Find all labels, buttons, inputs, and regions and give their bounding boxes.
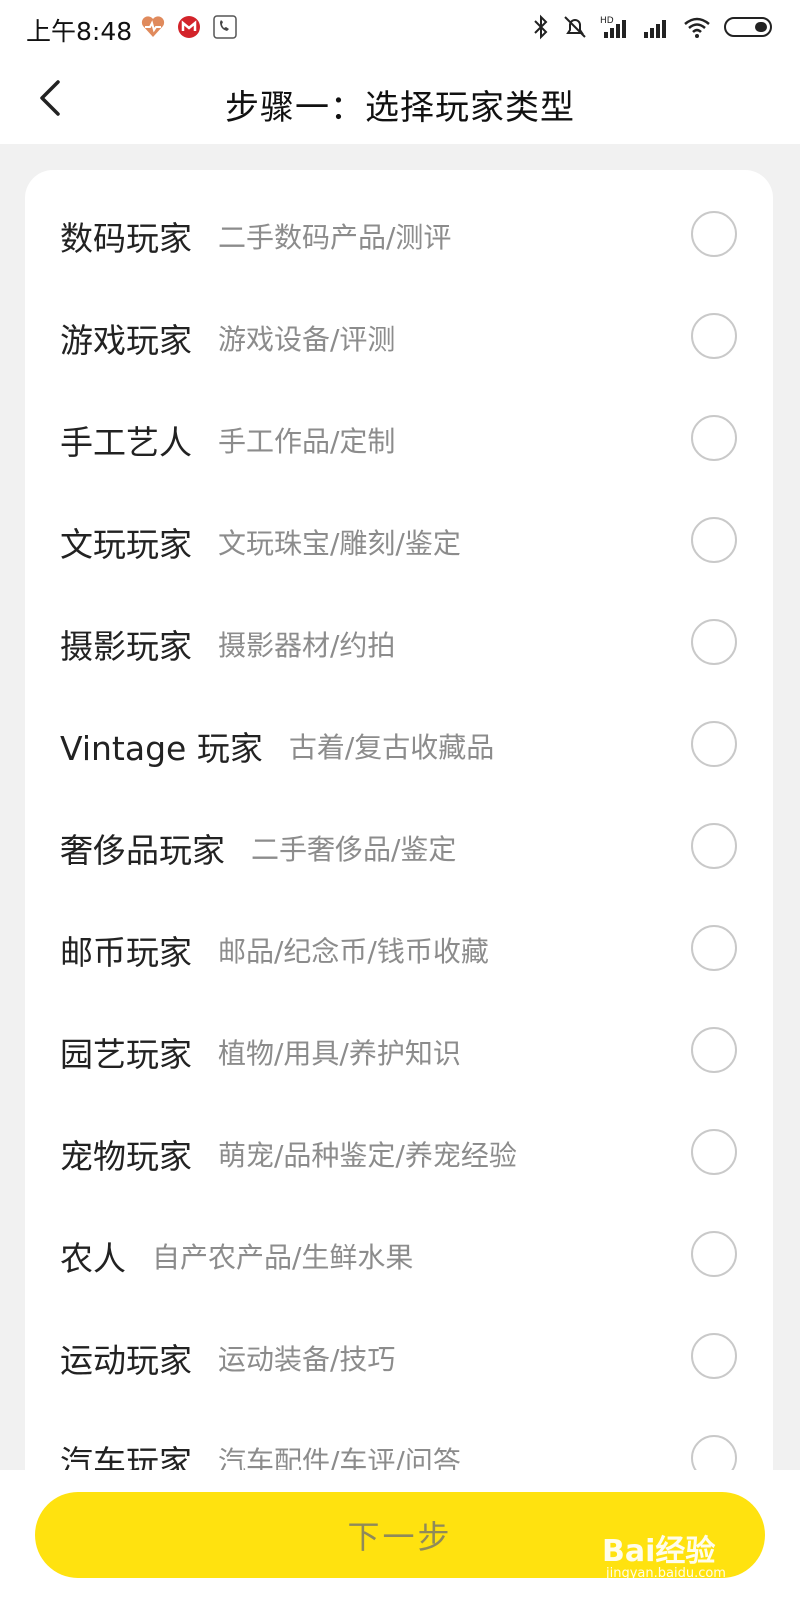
radio-button[interactable] <box>691 211 737 257</box>
watermark-brand: Bai经验 <box>602 1534 716 1569</box>
option-title: 运动玩家 <box>60 1341 192 1380</box>
option-description: 二手数码产品/测评 <box>218 221 452 254</box>
option-row[interactable]: 邮币玩家 邮品/纪念币/钱币收藏 <box>25 899 773 1001</box>
radio-button[interactable] <box>691 1027 737 1073</box>
radio-button[interactable] <box>691 517 737 563</box>
baidu-jingyan-watermark: Bai经验 jingyan.baidu.com <box>602 1526 762 1586</box>
option-title: 园艺玩家 <box>60 1035 192 1074</box>
option-title: 奢侈品玩家 <box>60 831 225 870</box>
wifi-icon <box>684 17 710 38</box>
option-title: 手工艺人 <box>60 423 192 462</box>
option-description: 汽车配件/车评/问答 <box>218 1445 461 1470</box>
radio-button[interactable] <box>691 823 737 869</box>
radio-button[interactable] <box>691 1231 737 1277</box>
option-description: 邮品/纪念币/钱币收藏 <box>218 935 489 968</box>
radio-button[interactable] <box>691 721 737 767</box>
bank-app-icon <box>178 16 200 38</box>
radio-button[interactable] <box>691 925 737 971</box>
option-row[interactable]: 农人 自产农产品/生鲜水果 <box>25 1205 773 1307</box>
svg-text:HD: HD <box>600 16 614 26</box>
option-description: 萌宠/品种鉴定/养宠经验 <box>218 1139 517 1172</box>
navigation-bar: 步骤一：选择玩家类型 <box>0 56 800 144</box>
option-description: 手工作品/定制 <box>218 425 396 458</box>
option-row[interactable]: 数码玩家 二手数码产品/测评 <box>25 185 773 287</box>
option-title: 摄影玩家 <box>60 627 192 666</box>
option-title: 农人 <box>60 1239 126 1278</box>
phone-app-icon <box>213 15 237 39</box>
option-row[interactable]: 奢侈品玩家 二手奢侈品/鉴定 <box>25 797 773 899</box>
status-time: 上午8:48 <box>26 17 133 46</box>
hd-signal-icon: HD <box>600 16 626 38</box>
health-app-icon <box>141 16 165 37</box>
signal-icon <box>644 20 666 38</box>
option-row[interactable]: 摄影玩家 摄影器材/约拍 <box>25 593 773 695</box>
option-description: 文玩珠宝/雕刻/鉴定 <box>218 527 461 560</box>
radio-button[interactable] <box>691 619 737 665</box>
radio-button[interactable] <box>691 415 737 461</box>
page-title: 步骤一：选择玩家类型 <box>225 88 575 128</box>
battery-icon <box>724 17 772 37</box>
radio-button[interactable] <box>691 1435 737 1470</box>
radio-button[interactable] <box>691 1129 737 1175</box>
bluetooth-icon <box>534 14 548 40</box>
option-row[interactable]: 游戏玩家 游戏设备/评测 <box>25 287 773 389</box>
option-row[interactable]: 运动玩家 运动装备/技巧 <box>25 1307 773 1409</box>
radio-button[interactable] <box>691 313 737 359</box>
option-row[interactable]: 汽车玩家 汽车配件/车评/问答 <box>25 1409 773 1470</box>
option-title: 汽车玩家 <box>60 1443 192 1470</box>
option-title: 邮币玩家 <box>60 933 192 972</box>
option-row[interactable]: 手工艺人 手工作品/定制 <box>25 389 773 491</box>
option-description: 二手奢侈品/鉴定 <box>251 833 457 866</box>
mute-bell-icon <box>564 16 586 38</box>
option-title: Vintage 玩家 <box>60 729 263 768</box>
status-system-icons: HD <box>532 14 774 40</box>
option-description: 摄影器材/约拍 <box>218 629 396 662</box>
option-title: 宠物玩家 <box>60 1137 192 1176</box>
option-description: 自产农产品/生鲜水果 <box>152 1241 414 1274</box>
radio-button[interactable] <box>691 1333 737 1379</box>
option-description: 运动装备/技巧 <box>218 1343 396 1376</box>
option-row[interactable]: 文玩玩家 文玩珠宝/雕刻/鉴定 <box>25 491 773 593</box>
option-description: 植物/用具/养护知识 <box>218 1037 461 1070</box>
option-title: 文玩玩家 <box>60 525 192 564</box>
status-app-icons <box>140 14 238 40</box>
option-row[interactable]: 园艺玩家 植物/用具/养护知识 <box>25 1001 773 1103</box>
option-description: 游戏设备/评测 <box>218 323 396 356</box>
option-title: 数码玩家 <box>60 219 192 258</box>
option-description: 古着/复古收藏品 <box>288 731 495 764</box>
option-row[interactable]: 宠物玩家 萌宠/品种鉴定/养宠经验 <box>25 1103 773 1205</box>
watermark-url: jingyan.baidu.com <box>606 1566 726 1581</box>
option-row[interactable]: Vintage 玩家 古着/复古收藏品 <box>25 695 773 797</box>
player-type-list: 数码玩家 二手数码产品/测评 游戏玩家 游戏设备/评测 手工艺人 手工作品/定制… <box>25 170 773 1470</box>
status-bar: 上午8:48 HD <box>0 0 800 56</box>
option-title: 游戏玩家 <box>60 321 192 360</box>
